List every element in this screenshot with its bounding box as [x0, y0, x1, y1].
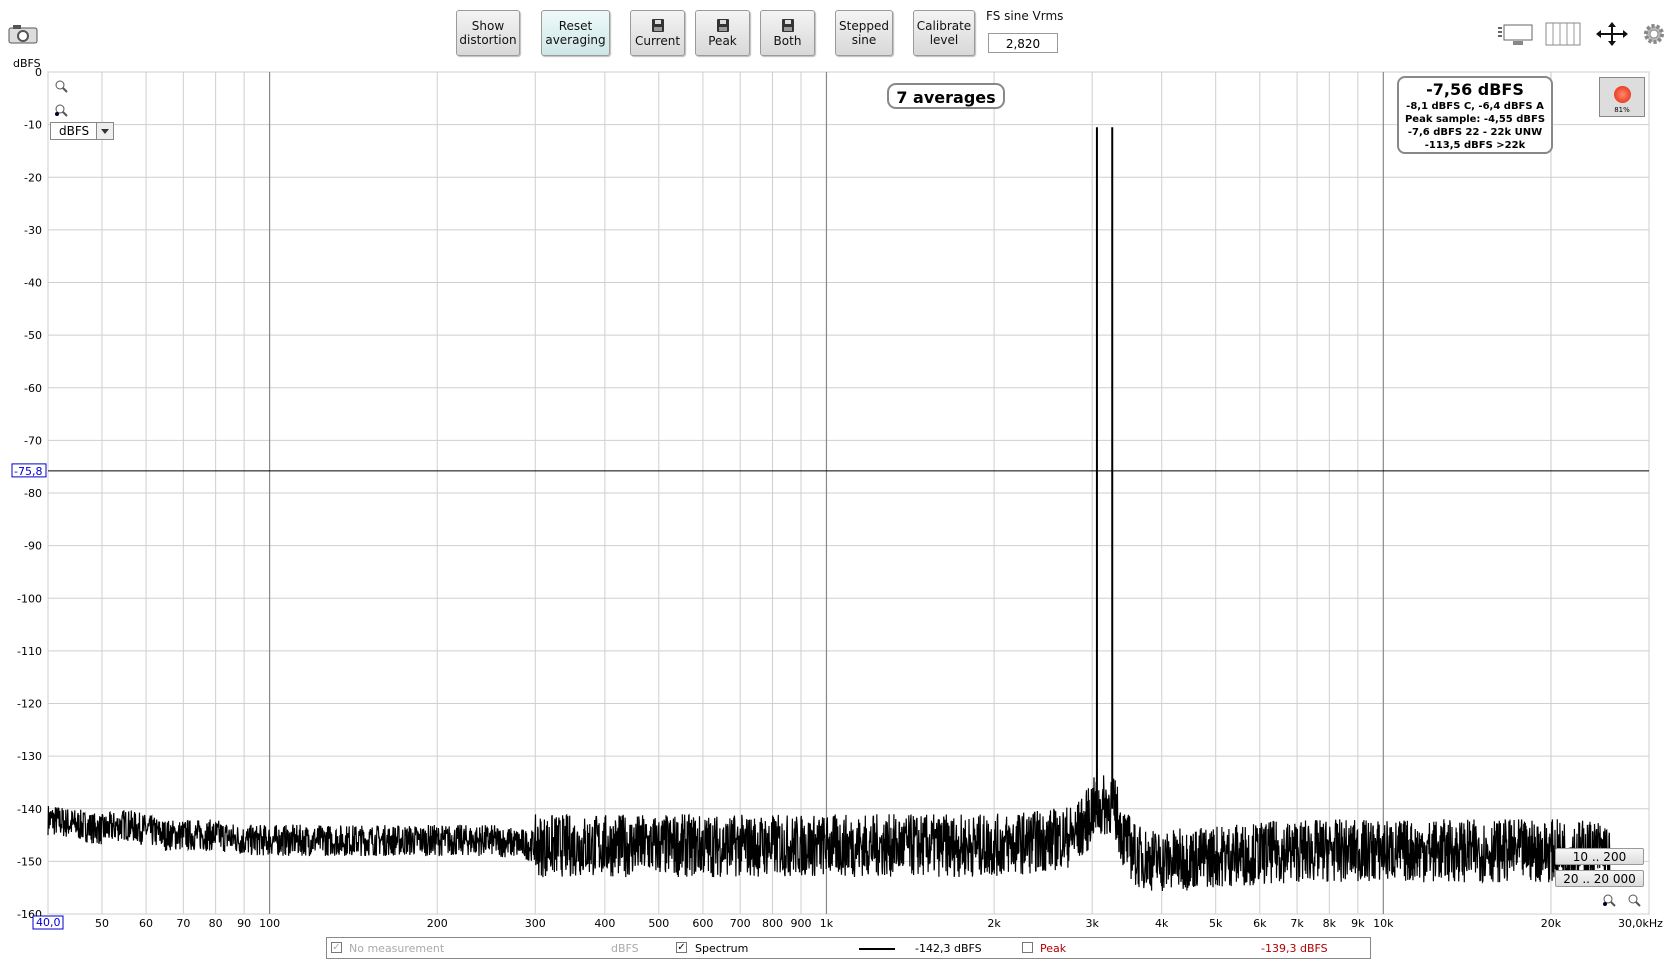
zoom-in-icon[interactable] [54, 78, 68, 93]
spectrum-value: -142,3 dBFS [915, 942, 982, 955]
peak-checkbox[interactable] [1022, 942, 1033, 953]
x-tick-label: 4k [1155, 917, 1169, 930]
y-tick-label: -20 [24, 171, 42, 184]
x-tick-label: 700 [730, 917, 751, 930]
y-tick-label: -30 [24, 224, 42, 237]
y-ticks: 0 -10 -20 -30 -40 -50 -60 -70 -80 -90 -100 -110 -120… [17, 66, 42, 921]
x-tick-label: 500 [648, 917, 669, 930]
y-tick-label: -60 [24, 382, 42, 395]
x-tick-label: 800 [762, 917, 783, 930]
x-tick-label: 3k [1085, 917, 1099, 930]
record-level-meter[interactable]: 81% [1599, 77, 1645, 117]
x-tick-label: 20k [1541, 917, 1562, 930]
unit-selector[interactable]: dBFS [50, 122, 114, 140]
x-tick-label: 7k [1290, 917, 1304, 930]
no-measurement-label: No measurement [349, 942, 445, 955]
x-tick-label: 2k [987, 917, 1001, 930]
level-line-1: -8,1 dBFS C, -6,4 dBFS A [1406, 101, 1544, 112]
x-tick-label: 70 [176, 917, 190, 930]
x-tick-label: 100 [259, 917, 280, 930]
legend-bar: ✓ No measurement dBFS ✓ Spectrum -142,3 … [326, 937, 1371, 959]
no-measurement-unit: dBFS [611, 942, 639, 955]
spectrum-label: Spectrum [695, 942, 749, 955]
y-tick-label: -50 [24, 329, 42, 342]
level-line-4: -113,5 dBFS >22k [1424, 140, 1526, 151]
x-tick-label: 6k [1253, 917, 1267, 930]
x-tick-label: 60 [139, 917, 153, 930]
y-tick-label: 0 [35, 66, 42, 79]
y-tick-label: -40 [24, 277, 42, 290]
no-measurement-checkbox[interactable]: ✓ [331, 942, 342, 953]
x-ticks: 50 60 70 80 90 100 200 300 400 500 600 700 800 900 1k 2… [95, 917, 1562, 930]
peak-value: -139,3 dBFS [1261, 942, 1328, 955]
x-tick-label: 400 [594, 917, 615, 930]
x-tick-label: 80 [209, 917, 223, 930]
y-tick-label: -100 [17, 592, 42, 605]
zoom-out-icon[interactable] [54, 102, 68, 117]
y-tick-label: -110 [17, 645, 42, 658]
x-tick-label: 600 [692, 917, 713, 930]
range-button-10-200[interactable]: 10 .. 200 [1555, 848, 1644, 865]
zoom-in-icon[interactable] [1627, 892, 1641, 907]
x-tick-label: 1k [820, 917, 834, 930]
x-tick-label: 5k [1209, 917, 1223, 930]
zoom-out-icon[interactable] [1602, 892, 1616, 907]
y-tick-label: -140 [17, 803, 42, 816]
x-tick-label: 10k [1373, 917, 1394, 930]
averages-badge: 7 averages [887, 83, 1005, 109]
x-end-label: 30,0kHz [1618, 917, 1663, 930]
spectrum-checkbox[interactable]: ✓ [676, 942, 687, 953]
y-tick-label: -90 [24, 540, 42, 553]
y-tick-label: -70 [24, 434, 42, 447]
chevron-down-icon[interactable] [96, 123, 113, 139]
spectrum-line-swatch [859, 948, 895, 950]
unit-selector-value: dBFS [59, 124, 90, 138]
level-readout: -7,56 dBFS -8,1 dBFS C, -6,4 dBFS A Peak… [1397, 76, 1553, 154]
x-tick-label: 300 [525, 917, 546, 930]
y-tick-label: -150 [17, 855, 42, 868]
y-tick-label: -80 [24, 487, 42, 500]
level-main: -7,56 dBFS [1426, 80, 1524, 99]
y-tick-label: -120 [17, 698, 42, 711]
x-tick-label: 8k [1323, 917, 1337, 930]
x-start-label: 40,0 [36, 916, 61, 929]
level-line-2: Peak sample: -4,55 dBFS [1404, 114, 1546, 125]
peak-label: Peak [1040, 942, 1067, 955]
x-tick-label: 200 [427, 917, 448, 930]
x-tick-label: 900 [790, 917, 811, 930]
y-tick-label: -130 [17, 750, 42, 763]
range-button-20-20000[interactable]: 20 .. 20 000 [1555, 870, 1644, 887]
record-meter-percent: 81% [1614, 106, 1630, 114]
level-line-3: -7,6 dBFS 22 - 22k UNW [1407, 127, 1543, 138]
record-icon [1614, 86, 1631, 103]
cursor-label: -75,8 [14, 465, 42, 478]
x-tick-label: 90 [237, 917, 251, 930]
x-tick-label: 9k [1351, 917, 1365, 930]
x-tick-label: 50 [95, 917, 109, 930]
y-tick-label: -10 [24, 119, 42, 132]
